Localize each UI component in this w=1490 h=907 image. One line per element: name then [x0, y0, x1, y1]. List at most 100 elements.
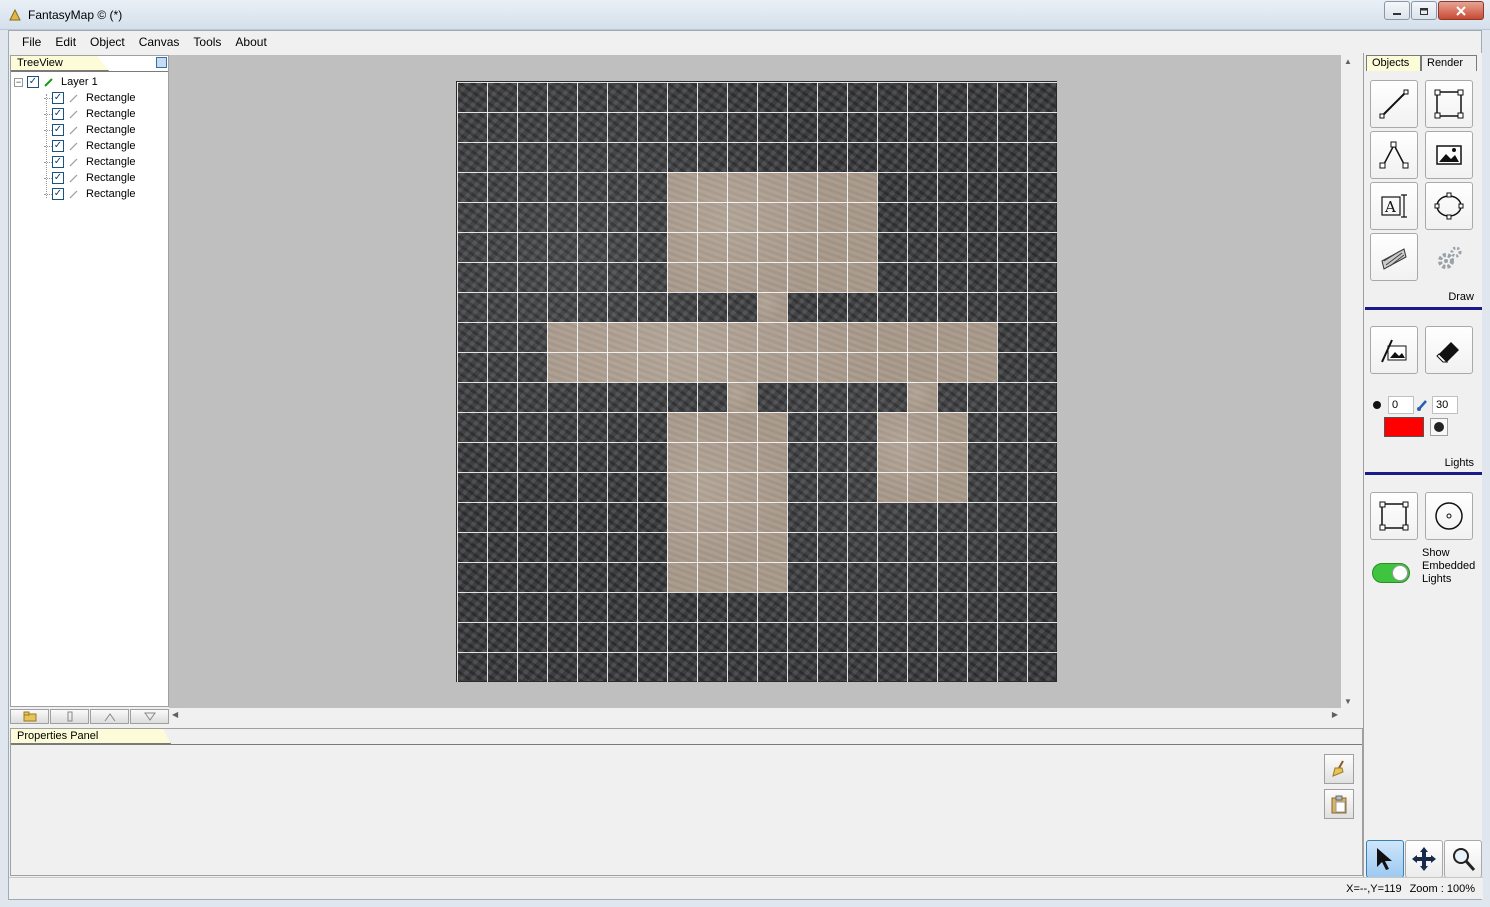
ellipse-icon: [1434, 192, 1464, 220]
move-down-button[interactable]: [130, 709, 169, 724]
menu-tools[interactable]: Tools: [186, 31, 228, 53]
brush-size-input[interactable]: 0: [1388, 396, 1414, 414]
pin-icon[interactable]: [156, 57, 167, 68]
scroll-right-icon[interactable]: ▶: [1332, 710, 1338, 719]
paste-properties-button[interactable]: [1324, 789, 1354, 819]
pencil-icon: [44, 78, 53, 87]
delete-layer-button[interactable]: [50, 709, 89, 724]
brush-image-icon: [1381, 339, 1407, 363]
column-icon: [67, 711, 72, 722]
window-title: FantasyMap © (*): [28, 8, 123, 22]
light-color-swatch[interactable]: [1384, 417, 1424, 437]
menu-file[interactable]: File: [15, 31, 48, 53]
title-bar: FantasyMap © (*): [0, 0, 1490, 30]
clear-properties-button[interactable]: [1324, 754, 1354, 784]
item-visibility-checkbox[interactable]: ✓: [52, 140, 64, 152]
tab-objects[interactable]: Objects: [1366, 55, 1421, 71]
show-embedded-lights-label: Show Embedded Lights: [1422, 547, 1476, 585]
collapse-icon[interactable]: −: [14, 77, 23, 87]
texture-tool-button[interactable]: [1370, 233, 1418, 281]
menu-edit[interactable]: Edit: [48, 31, 83, 53]
item-visibility-checkbox[interactable]: ✓: [52, 188, 64, 200]
point-light-tool-button[interactable]: [1425, 492, 1473, 540]
tools-panel: Objects Render A Draw 0 30 Lights Show E…: [1363, 53, 1482, 878]
tree-item-rectangle[interactable]: ✓ Rectangle: [14, 186, 168, 202]
scroll-up-icon[interactable]: ▲: [1344, 57, 1352, 66]
rectangle-tool-button[interactable]: [1425, 80, 1473, 128]
vertical-scrollbar[interactable]: ▲ ▼: [1341, 55, 1355, 708]
tree-item-rectangle[interactable]: ✓ Rectangle: [14, 138, 168, 154]
close-button[interactable]: [1438, 1, 1484, 20]
app-client-area: File Edit Object Canvas Tools About Tree…: [8, 30, 1483, 900]
line-tool-button[interactable]: [1370, 80, 1418, 128]
tab-treeview[interactable]: TreeView: [11, 56, 109, 71]
tree-item-rectangle[interactable]: ✓ Rectangle: [14, 106, 168, 122]
horizontal-scrollbar[interactable]: ◀ ▶: [169, 708, 1341, 722]
settings-button[interactable]: [1425, 233, 1473, 281]
pencil-icon: [69, 94, 78, 103]
scroll-left-icon[interactable]: ◀: [172, 710, 178, 719]
tree-item-label: Rectangle: [86, 156, 136, 168]
layer-visibility-checkbox[interactable]: ✓: [27, 76, 39, 88]
text-tool-button[interactable]: A: [1370, 182, 1418, 230]
image-tool-button[interactable]: [1425, 131, 1473, 179]
rect-light-tool-button[interactable]: [1370, 492, 1418, 540]
item-visibility-checkbox[interactable]: ✓: [52, 172, 64, 184]
item-visibility-checkbox[interactable]: ✓: [52, 108, 64, 120]
app-icon: [9, 8, 21, 21]
arrow-up-icon: [104, 712, 115, 721]
eraser-tool-button[interactable]: [1425, 326, 1473, 374]
tree-item-rectangle[interactable]: ✓ Rectangle: [14, 90, 168, 106]
move-icon: [1412, 847, 1436, 871]
item-visibility-checkbox[interactable]: ✓: [52, 156, 64, 168]
tab-render[interactable]: Render: [1421, 55, 1477, 71]
tree-item-layer[interactable]: − ✓ Layer 1: [14, 74, 168, 90]
tab-properties[interactable]: Properties Panel: [11, 729, 171, 744]
add-layer-button[interactable]: [10, 709, 49, 724]
menu-canvas[interactable]: Canvas: [132, 31, 187, 53]
map-canvas-area[interactable]: [169, 55, 1341, 708]
text-icon: A: [1381, 194, 1407, 218]
ellipse-tool-button[interactable]: [1425, 182, 1473, 230]
pencil-icon: [69, 126, 78, 135]
restore-button[interactable]: [1411, 1, 1437, 20]
pointer-icon: [1377, 848, 1392, 870]
tree-item-rectangle[interactable]: ✓ Rectangle: [14, 154, 168, 170]
item-visibility-checkbox[interactable]: ✓: [52, 124, 64, 136]
paint-image-tool-button[interactable]: [1370, 326, 1418, 374]
arrow-down-icon: [143, 712, 156, 721]
circle-icon: [1434, 422, 1444, 432]
pencil-icon: [69, 110, 78, 119]
scroll-down-icon[interactable]: ▼: [1344, 697, 1352, 706]
restore-icon: [1420, 7, 1428, 15]
tree-item-label: Rectangle: [86, 92, 136, 104]
brush-width-input[interactable]: 30: [1432, 396, 1458, 414]
pencil-icon: [69, 190, 78, 199]
pan-tool-button[interactable]: [1405, 840, 1443, 878]
draw-section-label: Draw: [1448, 291, 1474, 303]
tree-item-label: Rectangle: [86, 108, 136, 120]
tree-item-label: Rectangle: [86, 188, 136, 200]
folder-icon: [23, 711, 36, 722]
tree-view-panel: TreeView − ✓ Layer 1 ✓ Rectangle ✓ Recta…: [10, 55, 169, 707]
move-up-button[interactable]: [90, 709, 129, 724]
tree-item-rectangle[interactable]: ✓ Rectangle: [14, 122, 168, 138]
cursor-coordinates: X=--,Y=119: [1346, 882, 1402, 895]
polyline-icon: [1379, 141, 1409, 169]
menu-object[interactable]: Object: [83, 31, 132, 53]
tree-item-rectangle[interactable]: ✓ Rectangle: [14, 170, 168, 186]
show-embedded-lights-toggle[interactable]: [1372, 563, 1410, 583]
select-tool-button[interactable]: [1366, 840, 1404, 878]
rectangle-icon: [1434, 89, 1464, 119]
item-visibility-checkbox[interactable]: ✓: [52, 92, 64, 104]
polyline-tool-button[interactable]: [1370, 131, 1418, 179]
minimize-button[interactable]: [1384, 1, 1410, 20]
broom-icon: [1332, 760, 1344, 777]
menu-about[interactable]: About: [228, 31, 273, 53]
properties-panel: Properties Panel: [10, 728, 1363, 876]
map-canvas[interactable]: [456, 81, 1057, 682]
light-shape-button[interactable]: [1430, 418, 1448, 436]
point-light-icon: [1435, 502, 1463, 530]
zoom-tool-button[interactable]: [1444, 840, 1482, 878]
gear-icon: [1438, 246, 1462, 269]
